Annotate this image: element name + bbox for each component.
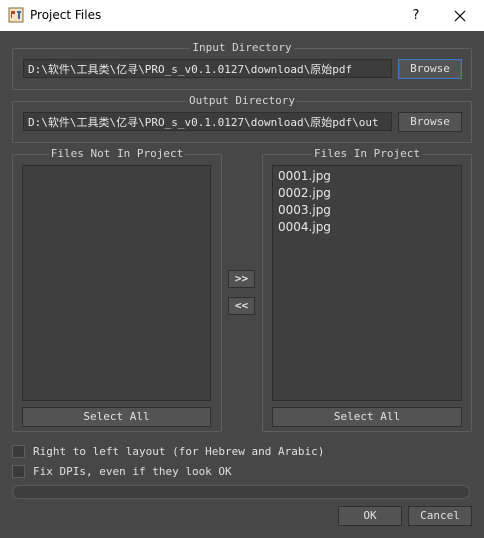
help-button[interactable]: ? (396, 0, 436, 31)
window-title: Project Files (30, 8, 102, 22)
files-not-in-project-label: Files Not In Project (48, 147, 186, 160)
list-item[interactable]: 0003.jpg (273, 202, 461, 219)
fix-dpi-label: Fix DPIs, even if they look OK (33, 464, 232, 478)
list-item[interactable]: 0004.jpg (273, 219, 461, 236)
remove-from-project-button[interactable]: << (228, 297, 255, 315)
fix-dpi-checkbox[interactable] (12, 464, 25, 478)
rtl-option[interactable]: Right to left layout (for Hebrew and Ara… (12, 443, 324, 459)
list-item[interactable]: 0001.jpg (273, 168, 461, 185)
fix-dpi-option[interactable]: Fix DPIs, even if they look OK (12, 463, 232, 479)
close-button[interactable] (440, 0, 480, 31)
output-directory-field[interactable]: D:\软件\工具类\亿寻\PRO_s_v0.1.0127\download\原始… (23, 112, 392, 131)
input-directory-field[interactable]: D:\软件\工具类\亿寻\PRO_s_v0.1.0127\download\原始… (23, 59, 392, 78)
output-directory-label: Output Directory (187, 94, 297, 107)
ok-button[interactable]: OK (338, 506, 402, 526)
add-to-project-button[interactable]: >> (228, 270, 255, 288)
files-in-project-label: Files In Project (312, 147, 422, 160)
progress-bar (12, 485, 470, 499)
title-bar: Project Files ? (0, 0, 484, 31)
rtl-checkbox[interactable] (12, 444, 25, 458)
list-item[interactable]: 0002.jpg (273, 185, 461, 202)
cancel-button[interactable]: Cancel (408, 506, 472, 526)
input-directory-label: Input Directory (190, 41, 294, 54)
rtl-label: Right to left layout (for Hebrew and Ara… (33, 444, 325, 458)
output-browse-button[interactable]: Browse (398, 112, 462, 132)
select-all-not-in-project-button[interactable]: Select All (22, 407, 211, 427)
files-not-in-project-list[interactable] (22, 165, 211, 401)
scan-tailor-icon (8, 7, 24, 23)
select-all-in-project-button[interactable]: Select All (272, 407, 462, 427)
files-in-project-list[interactable]: 0001.jpg 0002.jpg 0003.jpg 0004.jpg (272, 165, 462, 401)
close-icon (454, 10, 466, 21)
input-browse-button[interactable]: Browse (398, 59, 462, 79)
